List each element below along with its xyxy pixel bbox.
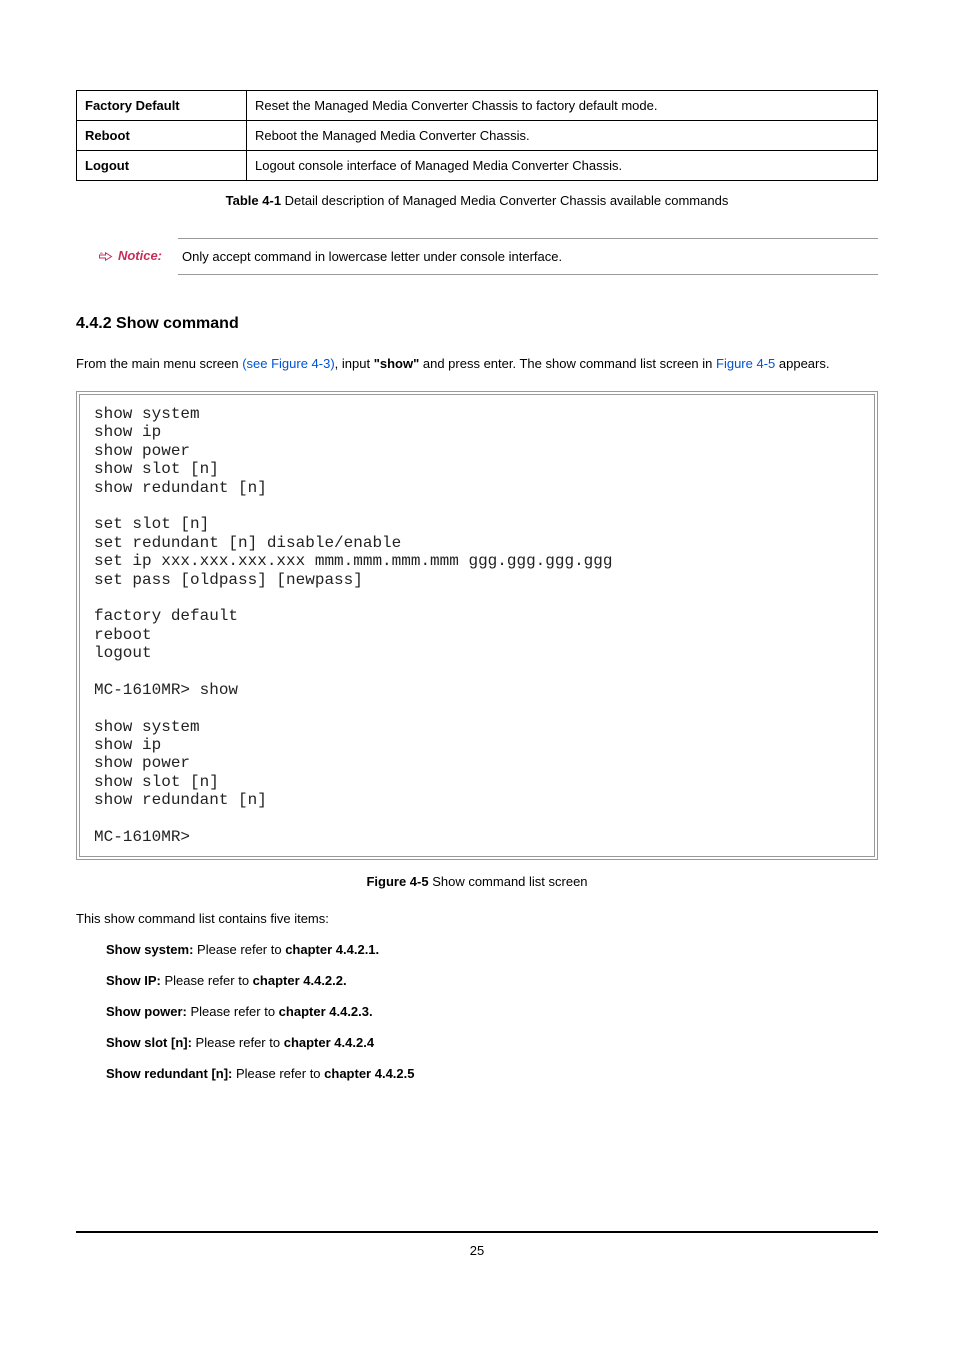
list-item: Show IP: Please refer to chapter 4.4.2.2… xyxy=(106,973,878,988)
item-label: Show slot [n]: xyxy=(106,1035,192,1050)
item-middle: Please refer to xyxy=(193,942,285,957)
item-label: Show power: xyxy=(106,1004,187,1019)
item-ref: chapter 4.4.2.3. xyxy=(279,1004,373,1019)
notice-block: Notice: Only accept command in lowercase… xyxy=(76,238,878,275)
figure-caption-label: Figure 4-5 xyxy=(366,874,428,889)
list-item: Show slot [n]: Please refer to chapter 4… xyxy=(106,1035,878,1050)
list-intro: This show command list contains five ite… xyxy=(76,911,878,926)
para-text: appears. xyxy=(775,356,829,371)
section-heading: 4.4.2 Show command xyxy=(76,315,878,333)
cmd-cell: Reboot xyxy=(77,121,247,151)
list-item: Show system: Please refer to chapter 4.4… xyxy=(106,942,878,957)
table-caption-text: Detail description of Managed Media Conv… xyxy=(281,193,728,208)
desc-cell: Logout console interface of Managed Medi… xyxy=(247,151,878,181)
para-text: From the main menu screen xyxy=(76,356,242,371)
desc-cell: Reboot the Managed Media Converter Chass… xyxy=(247,121,878,151)
item-middle: Please refer to xyxy=(192,1035,284,1050)
para-bold: "show" xyxy=(374,356,420,371)
item-middle: Please refer to xyxy=(161,973,253,988)
figure-caption: Figure 4-5 Show command list screen xyxy=(76,874,878,889)
figure-link[interactable]: Figure 4-5 xyxy=(716,356,775,371)
item-label: Show IP: xyxy=(106,973,161,988)
intro-paragraph: From the main menu screen (see Figure 4-… xyxy=(76,351,878,377)
list-item: Show redundant [n]: Please refer to chap… xyxy=(106,1066,878,1081)
notice-label: Notice: xyxy=(118,248,162,263)
table-row: Reboot Reboot the Managed Media Converte… xyxy=(77,121,878,151)
item-ref: chapter 4.4.2.1. xyxy=(285,942,379,957)
table-row: Factory Default Reset the Managed Media … xyxy=(77,91,878,121)
item-label: Show system: xyxy=(106,942,193,957)
item-ref: chapter 4.4.2.2. xyxy=(253,973,347,988)
page-footer: 25 xyxy=(76,1231,878,1258)
item-middle: Please refer to xyxy=(232,1066,324,1081)
item-ref: chapter 4.4.2.5 xyxy=(324,1066,414,1081)
table-row: Logout Logout console interface of Manag… xyxy=(77,151,878,181)
cmd-cell: Logout xyxy=(77,151,247,181)
para-text: , input xyxy=(335,356,374,371)
hand-pointing-icon xyxy=(98,248,116,262)
notice-icon-cell: Notice: xyxy=(76,248,166,266)
desc-cell: Reset the Managed Media Converter Chassi… xyxy=(247,91,878,121)
figure-caption-text: Show command list screen xyxy=(429,874,588,889)
show-items-list: Show system: Please refer to chapter 4.4… xyxy=(76,942,878,1081)
notice-text: Only accept command in lowercase letter … xyxy=(178,238,878,275)
page-number: 25 xyxy=(470,1243,484,1258)
item-label: Show redundant [n]: xyxy=(106,1066,232,1081)
table-caption: Table 4-1 Detail description of Managed … xyxy=(76,193,878,208)
item-ref: chapter 4.4.2.4 xyxy=(284,1035,374,1050)
table-caption-label: Table 4-1 xyxy=(226,193,281,208)
list-item: Show power: Please refer to chapter 4.4.… xyxy=(106,1004,878,1019)
figure-link[interactable]: (see Figure 4-3) xyxy=(242,356,334,371)
item-middle: Please refer to xyxy=(187,1004,279,1019)
para-text: and press enter. The show command list s… xyxy=(419,356,716,371)
commands-table: Factory Default Reset the Managed Media … xyxy=(76,90,878,181)
cmd-cell: Factory Default xyxy=(77,91,247,121)
terminal-screenshot: show system show ip show power show slot… xyxy=(76,391,878,860)
